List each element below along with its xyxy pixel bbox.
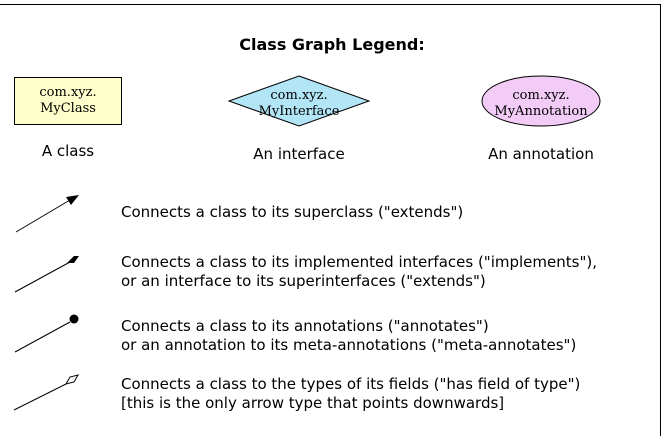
- interface-caption: An interface: [253, 145, 345, 163]
- edge-row-annotates: Connects a class to its annotations ("an…: [0, 310, 664, 360]
- triangle-head-icon: [66, 195, 79, 205]
- dot-head-icon: [69, 314, 79, 324]
- annotation-caption: An annotation: [488, 145, 594, 163]
- class-node: com.xyz. MyClass: [14, 77, 122, 125]
- extends-description: Connects a class to its superclass ("ext…: [121, 203, 464, 221]
- has-field-description-line1: Connects a class to the types of its fie…: [121, 375, 581, 393]
- edge-row-implements: Connects a class to its implemented inte…: [0, 250, 664, 300]
- annotates-arrow: [14, 314, 79, 353]
- interface-node-name: MyInterface: [259, 104, 340, 119]
- annotates-description-line2: or an annotation to its meta-annotations…: [121, 336, 577, 354]
- class-caption: A class: [41, 142, 95, 160]
- edge-row-extends: Connects a class to its superclass ("ext…: [0, 190, 664, 240]
- open-diamond-head-icon: [64, 374, 80, 385]
- annotation-node-package: com.xyz.: [512, 88, 569, 103]
- implements-arrow: [14, 256, 79, 293]
- annotation-node: com.xyz. MyAnnotation: [481, 75, 601, 127]
- interface-node: com.xyz. MyInterface: [227, 75, 371, 127]
- edge-row-has-field: Connects a class to the types of its fie…: [0, 370, 664, 420]
- annotation-node-name: MyAnnotation: [494, 104, 588, 119]
- filled-diamond-head-icon: [67, 256, 79, 263]
- interface-node-package: com.xyz.: [270, 88, 327, 103]
- extends-arrow: [15, 195, 79, 233]
- has-field-arrow: [13, 374, 80, 411]
- class-node-name: MyClass: [40, 101, 96, 116]
- has-field-description-line2: [this is the only arrow type that points…: [121, 394, 505, 412]
- class-node-package: com.xyz.: [39, 85, 97, 100]
- legend-title: Class Graph Legend:: [239, 35, 425, 54]
- implements-description-line1: Connects a class to its implemented inte…: [121, 253, 597, 271]
- annotates-description-line1: Connects a class to its annotations ("an…: [121, 317, 489, 335]
- implements-description-line2: or an interface to its superinterfaces (…: [121, 272, 486, 290]
